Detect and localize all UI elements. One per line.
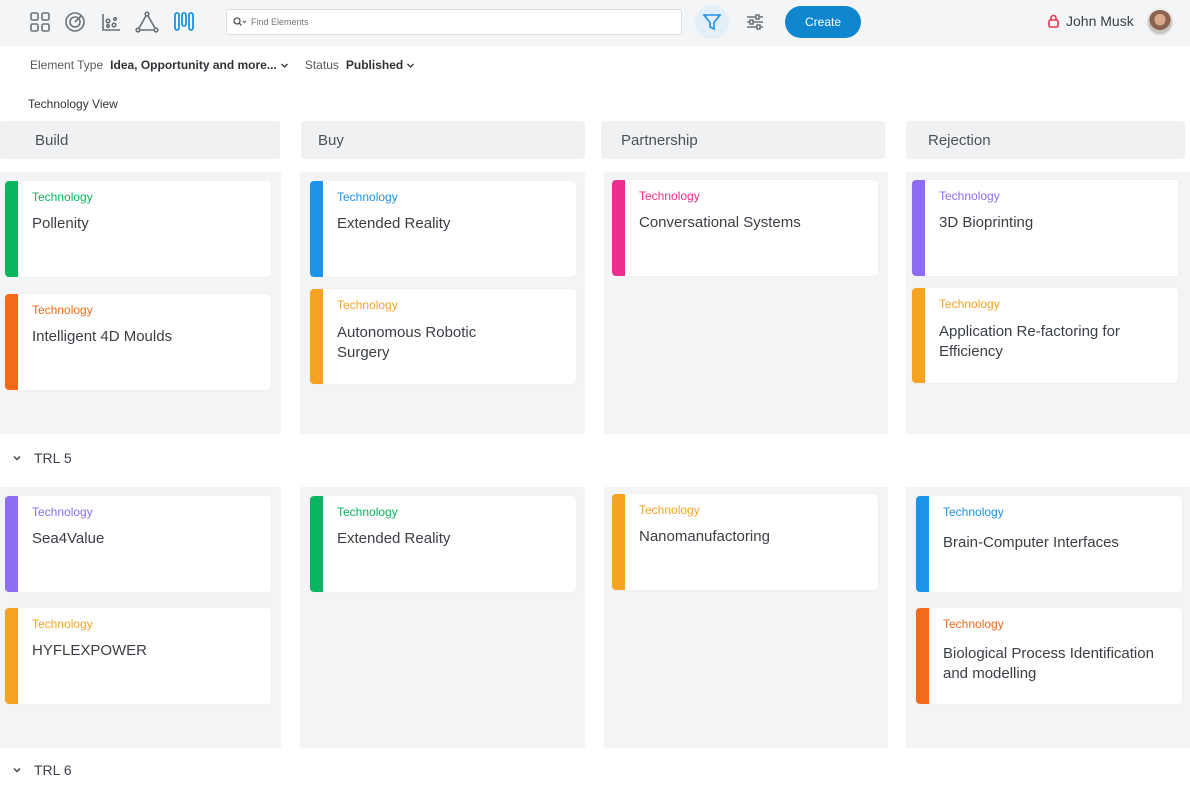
element-type-value: Idea, Opportunity and more...	[110, 58, 277, 72]
card-tag: Technology	[32, 617, 93, 631]
card-color-bar	[310, 289, 323, 384]
element-card[interactable]: Technology Nanomanufactoring	[612, 494, 878, 590]
card-tag: Technology	[943, 617, 1004, 631]
card-tag: Technology	[32, 303, 93, 317]
card-title: Application Re-factoring for Efficiency	[939, 322, 1120, 362]
card-title: Autonomous Robotic Surgery	[337, 323, 476, 363]
card-color-bar	[5, 608, 18, 704]
chevron-down-icon	[13, 455, 21, 461]
card-color-bar	[912, 288, 925, 383]
card-tag: Technology	[32, 190, 93, 204]
element-type-label: Element Type	[30, 58, 104, 72]
card-title-line: Application Re-factoring for	[939, 323, 1120, 340]
chevron-down-icon	[13, 767, 21, 773]
element-card[interactable]: Technology 3D Bioprinting	[912, 180, 1178, 276]
network-view-icon[interactable]	[134, 9, 160, 35]
card-title: 3D Bioprinting	[939, 214, 1034, 231]
row-toggle-trl5[interactable]: TRL 5	[12, 450, 72, 466]
card-title: HYFLEXPOWER	[32, 642, 148, 659]
card-title: Brain-Computer Interfaces	[943, 534, 1119, 551]
search-icon	[233, 17, 247, 27]
element-card[interactable]: Technology Intelligent 4D Moulds	[5, 294, 271, 390]
page-title: Technology View	[28, 97, 118, 111]
filter-button[interactable]	[695, 5, 729, 39]
element-card[interactable]: Technology Biological Process Identifica…	[916, 608, 1182, 704]
chevron-down-icon	[407, 63, 415, 68]
card-title: Nanomanufactoring	[639, 528, 770, 545]
card-color-bar	[310, 181, 323, 277]
radar-view-icon[interactable]	[62, 9, 88, 35]
column-header-buy: Buy	[301, 121, 585, 159]
card-color-bar	[912, 180, 925, 276]
filter-bar: Element Type Idea, Opportunity and more.…	[30, 58, 415, 72]
settings-sliders-icon[interactable]	[742, 9, 768, 35]
card-color-bar	[916, 608, 929, 704]
grid-view-icon[interactable]	[27, 9, 53, 35]
card-title: Intelligent 4D Moulds	[32, 328, 173, 345]
card-title-line: Autonomous Robotic	[337, 324, 477, 341]
create-button[interactable]: Create	[785, 6, 861, 38]
kanban-view-icon[interactable]	[171, 9, 197, 35]
column-header-partnership: Partnership	[601, 121, 885, 159]
card-tag: Technology	[943, 505, 1004, 519]
card-title: Pollenity	[32, 215, 89, 232]
element-card[interactable]: Technology Brain-Computer Interfaces	[916, 496, 1182, 592]
card-tag: Technology	[337, 505, 398, 519]
row-toggle-trl6[interactable]: TRL 6	[12, 762, 72, 778]
avatar[interactable]	[1146, 8, 1174, 36]
card-color-bar	[5, 496, 18, 592]
card-tag: Technology	[32, 505, 93, 519]
column-header-rejection: Rejection	[906, 121, 1185, 159]
card-title: Extended Reality	[337, 215, 451, 232]
status-dropdown[interactable]: Published	[346, 58, 415, 72]
card-title-line: and modelling	[943, 665, 1037, 682]
card-title-line: Biological Process Identification	[943, 645, 1154, 662]
element-card[interactable]: Technology Conversational Systems	[612, 180, 878, 276]
card-tag: Technology	[939, 297, 1000, 311]
status-value: Published	[345, 58, 404, 72]
user-name: John Musk	[1066, 13, 1134, 29]
chart-view-icon[interactable]	[98, 9, 124, 35]
card-title-line: Surgery	[337, 344, 390, 361]
card-title: Extended Reality	[337, 530, 451, 547]
card-tag: Technology	[639, 503, 700, 517]
status-label: Status	[304, 58, 339, 72]
search-box[interactable]	[226, 9, 682, 35]
element-card[interactable]: Technology Autonomous Robotic Surgery	[310, 289, 576, 384]
filter-icon	[702, 14, 722, 31]
card-tag: Technology	[337, 190, 398, 204]
element-card[interactable]: Technology Pollenity	[5, 181, 271, 277]
element-card[interactable]: Technology Application Re-factoring for E…	[912, 288, 1178, 383]
card-color-bar	[612, 180, 625, 276]
card-tag: Technology	[939, 189, 1000, 203]
card-color-bar	[612, 494, 625, 590]
column-header-build: Build	[0, 121, 280, 159]
card-color-bar	[310, 496, 323, 592]
row-label: TRL 6	[34, 762, 72, 778]
card-title: Sea4Value	[32, 530, 105, 547]
card-color-bar	[5, 181, 18, 277]
search-input[interactable]	[251, 17, 651, 27]
element-card[interactable]: Technology Extended Reality	[310, 496, 576, 592]
card-title: Biological Process Identification and mod…	[943, 644, 1154, 684]
card-tag: Technology	[639, 189, 700, 203]
card-color-bar	[5, 294, 18, 390]
element-type-dropdown[interactable]: Idea, Opportunity and more...	[110, 58, 289, 72]
element-card[interactable]: Technology HYFLEXPOWER	[5, 608, 271, 704]
user-menu[interactable]: John Musk	[1047, 13, 1134, 29]
element-card[interactable]: Technology Sea4Value	[5, 496, 271, 592]
top-toolbar: Create John Musk	[0, 0, 1190, 46]
card-color-bar	[916, 496, 929, 592]
row-label: TRL 5	[34, 450, 72, 466]
card-title-line: Efficiency	[939, 343, 1003, 360]
card-title: Conversational Systems	[639, 214, 801, 231]
card-tag: Technology	[337, 298, 398, 312]
chevron-down-icon	[280, 63, 288, 68]
lock-icon	[1048, 14, 1059, 28]
element-card[interactable]: Technology Extended Reality	[310, 181, 576, 277]
